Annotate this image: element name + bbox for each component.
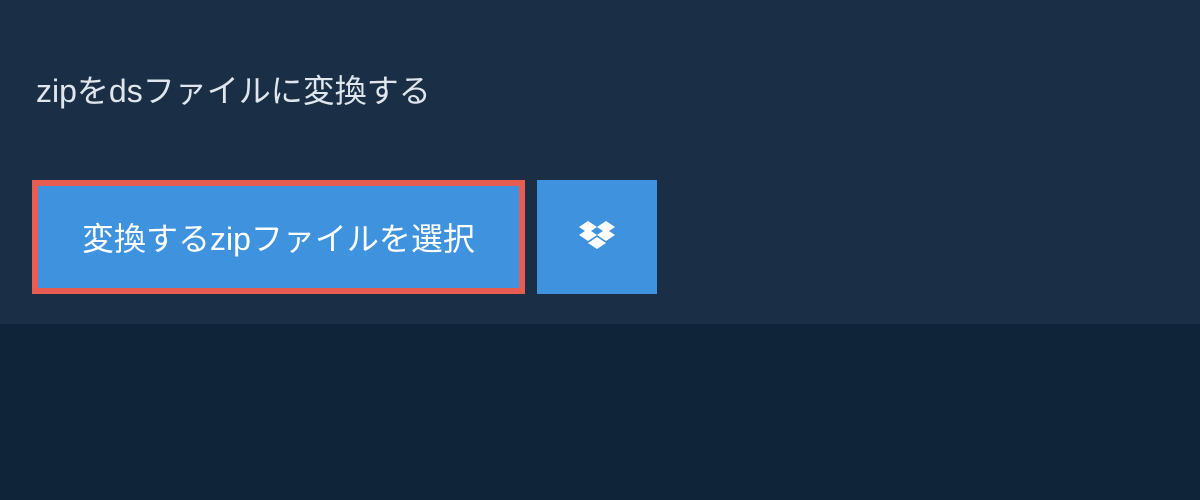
dropbox-button[interactable] [537,180,657,294]
title-bar: zipをdsファイルに変換する [8,48,459,130]
select-file-button[interactable]: 変換するzipファイルを選択 [32,180,525,294]
select-file-button-label: 変換するzipファイルを選択 [82,221,475,257]
dropbox-icon [579,221,615,253]
button-row: 変換するzipファイルを選択 [32,180,1200,294]
converter-panel: zipをdsファイルに変換する 変換するzipファイルを選択 [0,0,1200,324]
page-title: zipをdsファイルに変換する [36,73,431,109]
